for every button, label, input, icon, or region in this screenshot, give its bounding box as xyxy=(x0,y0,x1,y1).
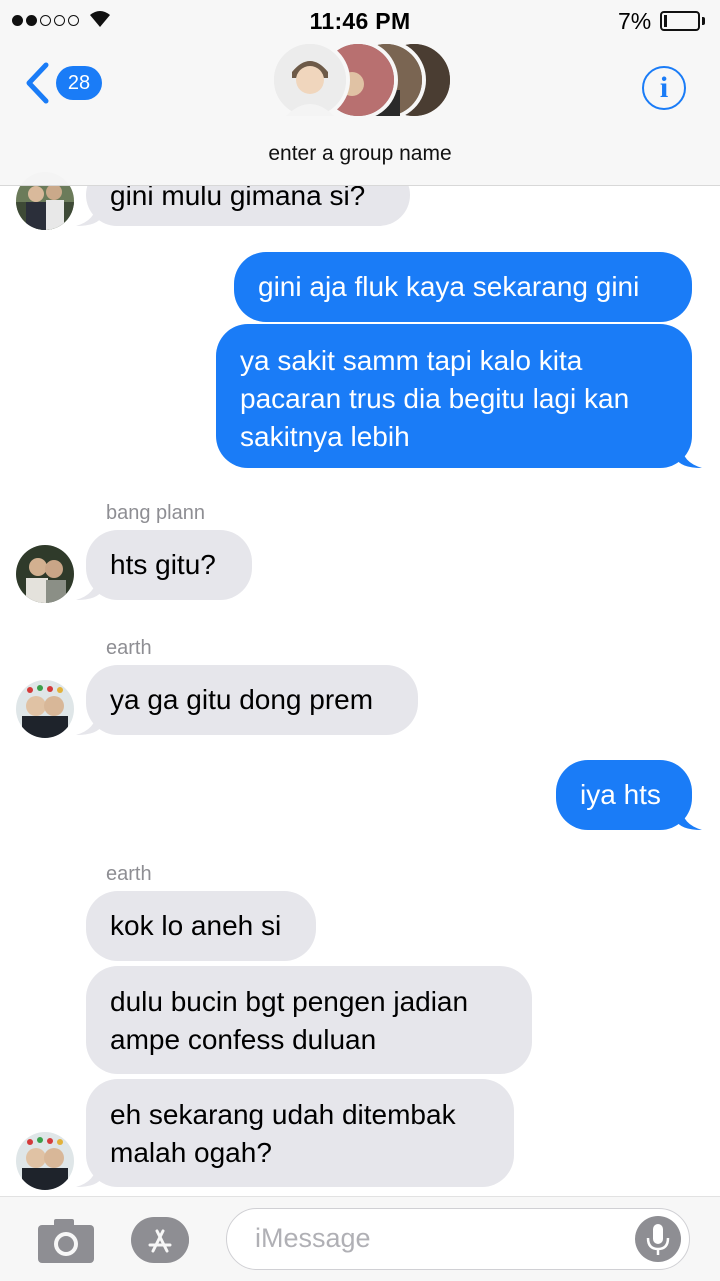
bubble-tail xyxy=(76,1165,102,1187)
app-store-button[interactable] xyxy=(131,1217,189,1263)
message-text: dulu bucin bgt pengen jadian ampe confes… xyxy=(110,986,469,1055)
message-input-bar: iMessage xyxy=(0,1196,720,1281)
camera-icon[interactable] xyxy=(38,1217,94,1263)
message-bubble-incoming[interactable]: dulu bucin bgt pengen jadian ampe confes… xyxy=(86,966,532,1074)
conversation-header: 28 enter a group name i xyxy=(0,40,720,186)
info-button[interactable]: i xyxy=(642,66,686,110)
back-button[interactable]: 28 xyxy=(24,62,102,104)
group-name[interactable]: enter a group name xyxy=(0,142,720,166)
message-input[interactable]: iMessage xyxy=(226,1208,690,1270)
bubble-tail xyxy=(76,713,102,735)
message-bubble-incoming[interactable]: ya ga gitu dong prem xyxy=(86,665,418,735)
avatar-sender-earth[interactable] xyxy=(16,680,74,738)
status-time: 11:46 PM xyxy=(309,8,411,34)
bubble-tail xyxy=(76,204,102,226)
message-text: eh sekarang udah ditembak malah ogah? xyxy=(110,1099,456,1168)
message-bubble-incoming[interactable]: eh sekarang udah ditembak malah ogah? xyxy=(86,1079,514,1187)
message-bubble-incoming[interactable]: hts gitu? xyxy=(86,530,252,600)
microphone-button[interactable] xyxy=(635,1216,681,1262)
battery-icon xyxy=(660,11,700,31)
message-input-placeholder: iMessage xyxy=(255,1223,371,1253)
app-store-icon xyxy=(148,1229,172,1253)
battery-percent: 7% xyxy=(618,8,652,34)
battery-tip xyxy=(702,17,705,25)
chevron-left-icon xyxy=(26,62,49,104)
bubble-tail xyxy=(676,808,702,830)
message-text: hts gitu? xyxy=(110,549,216,580)
message-bubble-outgoing[interactable]: ya sakit samm tapi kalo kita pacaran tru… xyxy=(216,324,692,468)
sender-name: earth xyxy=(106,637,152,659)
message-bubble-incoming[interactable]: kok lo aneh si xyxy=(86,891,316,961)
message-text: ya ga gitu dong prem xyxy=(110,684,374,715)
bubble-tail xyxy=(676,446,702,468)
info-icon: i xyxy=(659,71,669,104)
bubble-tail xyxy=(76,578,102,600)
sender-name: earth xyxy=(106,863,152,885)
microphone-icon xyxy=(646,1224,670,1255)
sender-name: bang plann xyxy=(106,502,205,524)
group-avatar-1 xyxy=(270,40,350,120)
message-bubble-outgoing[interactable]: iya hts xyxy=(556,760,692,830)
message-text: iya hts xyxy=(580,779,661,810)
status-bar: 11:46 PM 7% xyxy=(0,0,720,42)
message-bubble-outgoing[interactable]: gini aja fluk kaya sekarang gini xyxy=(234,252,692,322)
avatar-sender-earth[interactable] xyxy=(16,1132,74,1190)
unread-count-badge: 28 xyxy=(56,66,102,100)
message-text: ya sakit samm tapi kalo kita pacaran tru… xyxy=(240,345,630,452)
avatar-sender-bang-plann[interactable] xyxy=(16,545,74,603)
group-avatars[interactable] xyxy=(270,40,460,124)
message-text: gini aja fluk kaya sekarang gini xyxy=(258,271,640,302)
message-text: kok lo aneh si xyxy=(110,910,282,941)
